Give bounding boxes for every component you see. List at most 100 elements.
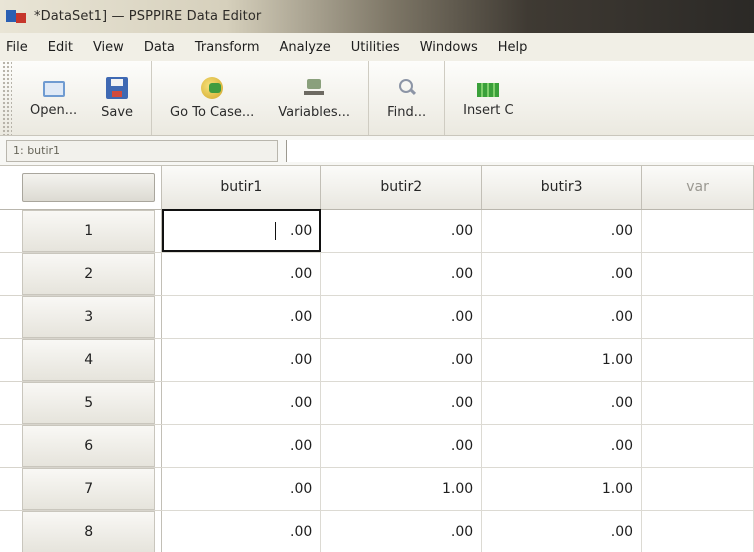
empty-var-cell[interactable] <box>641 338 754 382</box>
row-number: 2 <box>22 252 156 295</box>
row-number: 1 <box>22 209 156 252</box>
insert-cases-button[interactable]: Insert C <box>451 61 526 135</box>
table-row: 3 .00 .00 .00 <box>0 295 754 339</box>
title-bar: *DataSet1] — PSPPIRE Data Editor <box>0 0 754 33</box>
table-row: 4 .00 .00 1.00 <box>0 338 754 382</box>
menu-help[interactable]: Help <box>488 40 538 55</box>
data-cell[interactable]: .00 <box>161 424 322 468</box>
data-cell[interactable]: .00 <box>161 510 322 552</box>
column-header-var[interactable]: var <box>641 166 754 210</box>
data-cell[interactable]: .00 <box>161 338 322 382</box>
folder-icon <box>42 81 65 97</box>
data-cell[interactable]: .00 <box>161 252 322 296</box>
table-row: 2 .00 .00 .00 <box>0 252 754 296</box>
data-cell[interactable]: 1.00 <box>481 338 643 382</box>
menu-bar: File Edit View Data Transform Analyze Ut… <box>0 33 754 61</box>
menu-utilities[interactable]: Utilities <box>341 40 410 55</box>
empty-var-cell[interactable] <box>641 209 754 253</box>
data-cell[interactable]: .00 <box>320 381 483 425</box>
row-number: 3 <box>22 295 156 338</box>
variables-icon <box>303 77 325 99</box>
menu-edit[interactable]: Edit <box>38 40 83 55</box>
goto-case-icon <box>201 76 224 99</box>
column-header-butir2[interactable]: butir2 <box>320 166 483 210</box>
row-header[interactable]: 4 <box>0 338 163 382</box>
variables-label: Variables... <box>278 104 351 120</box>
goto-case-button[interactable]: Go To Case... <box>158 61 266 135</box>
toolbar-group-insert: Insert C <box>445 61 532 135</box>
row-header[interactable]: 1 <box>0 209 163 253</box>
data-cell[interactable]: .00 <box>481 510 643 552</box>
toolbar: Open... Save Go To Case... Variables... … <box>0 61 754 136</box>
toolbar-group-navigate: Go To Case... Variables... <box>152 61 370 135</box>
insert-cases-label: Insert C <box>463 102 514 118</box>
cell-value-field[interactable] <box>286 140 754 162</box>
data-cell[interactable]: .00 <box>320 209 483 253</box>
data-cell[interactable]: .00 <box>320 252 483 296</box>
select-all-button[interactable] <box>22 172 156 202</box>
save-button[interactable]: Save <box>89 61 145 135</box>
open-button[interactable]: Open... <box>18 61 89 135</box>
menu-analyze[interactable]: Analyze <box>270 40 341 55</box>
empty-var-cell[interactable] <box>641 381 754 425</box>
data-cell[interactable]: .00 <box>481 209 643 253</box>
row-header[interactable]: 7 <box>0 467 163 511</box>
open-label: Open... <box>30 103 78 118</box>
column-header-butir3[interactable]: butir3 <box>481 166 643 210</box>
row-header[interactable]: 5 <box>0 381 163 425</box>
menu-file[interactable]: File <box>0 40 38 55</box>
row-header[interactable]: 2 <box>0 252 163 296</box>
menu-view[interactable]: View <box>83 40 134 55</box>
data-grid: butir1 butir2 butir3 var 1 .00 .00 .00 2… <box>0 166 754 552</box>
magnifier-icon <box>396 77 418 99</box>
select-all-corner[interactable] <box>0 166 163 210</box>
toolbar-group-file: Open... Save <box>12 61 153 135</box>
empty-var-cell[interactable] <box>641 467 754 511</box>
find-label: Find... <box>387 104 427 120</box>
data-cell[interactable]: 1.00 <box>481 467 643 511</box>
table-row: 1 .00 .00 .00 <box>0 209 754 253</box>
row-header[interactable]: 3 <box>0 295 163 339</box>
psppire-app-icon <box>6 8 28 26</box>
save-label: Save <box>101 104 134 120</box>
find-button[interactable]: Find... <box>375 61 438 135</box>
menu-transform[interactable]: Transform <box>185 40 270 55</box>
row-header[interactable]: 8 <box>0 510 163 552</box>
goto-case-label: Go To Case... <box>170 104 255 120</box>
row-number: 5 <box>22 381 156 424</box>
toolbar-group-find: Find... <box>369 61 446 135</box>
data-cell[interactable]: .00 <box>481 381 643 425</box>
table-row: 5 .00 .00 .00 <box>0 381 754 425</box>
cell-value: .00 <box>290 222 313 239</box>
row-number: 8 <box>22 510 156 552</box>
data-cell-active[interactable]: .00 <box>161 209 322 253</box>
table-row: 8 .00 .00 .00 <box>0 510 754 552</box>
data-cell[interactable]: .00 <box>481 295 643 339</box>
toolbar-grip[interactable] <box>2 61 12 135</box>
empty-var-cell[interactable] <box>641 295 754 339</box>
data-table: butir1 butir2 butir3 var 1 .00 .00 .00 2… <box>0 166 754 552</box>
data-cell[interactable]: .00 <box>320 338 483 382</box>
column-header-butir1[interactable]: butir1 <box>161 166 322 210</box>
menu-data[interactable]: Data <box>134 40 185 55</box>
row-header[interactable]: 6 <box>0 424 163 468</box>
row-number: 7 <box>22 467 156 510</box>
data-cell[interactable]: .00 <box>320 510 483 552</box>
data-cell[interactable]: .00 <box>161 381 322 425</box>
row-number: 4 <box>22 338 156 381</box>
cell-reference-box[interactable]: 1: butir1 <box>6 140 278 162</box>
empty-var-cell[interactable] <box>641 424 754 468</box>
data-cell[interactable]: .00 <box>320 424 483 468</box>
data-cell[interactable]: .00 <box>481 252 643 296</box>
data-cell[interactable]: .00 <box>481 424 643 468</box>
table-row: 6 .00 .00 .00 <box>0 424 754 468</box>
menu-windows[interactable]: Windows <box>410 40 488 55</box>
data-cell[interactable]: .00 <box>161 467 322 511</box>
cell-reference-bar: 1: butir1 <box>0 136 754 166</box>
data-cell[interactable]: .00 <box>320 295 483 339</box>
data-cell[interactable]: .00 <box>161 295 322 339</box>
variables-button[interactable]: Variables... <box>266 61 362 135</box>
empty-var-cell[interactable] <box>641 252 754 296</box>
empty-var-cell[interactable] <box>641 510 754 552</box>
data-cell[interactable]: 1.00 <box>320 467 483 511</box>
